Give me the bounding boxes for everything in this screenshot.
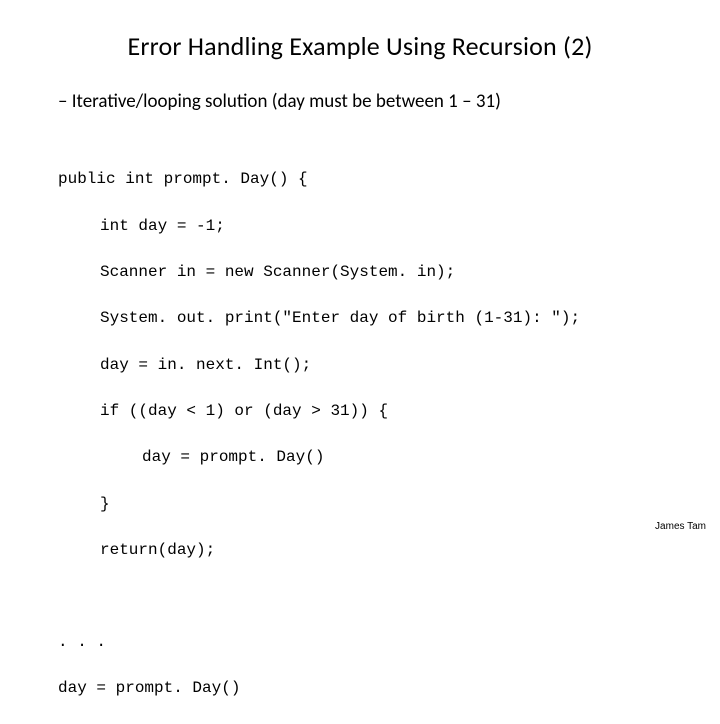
- footer-author: James Tam: [655, 521, 706, 532]
- code-line: day = prompt. Day(): [58, 446, 670, 469]
- code-line: int day = -1;: [58, 215, 670, 238]
- code-block: public int prompt. Day() { int day = -1;…: [58, 145, 670, 724]
- slide-subtitle: – Iterative/looping solution (day must b…: [58, 90, 670, 113]
- code-line: . . .: [58, 631, 670, 654]
- code-line: public int prompt. Day() {: [58, 168, 670, 191]
- code-line: System. out. print("Enter day of birth (…: [58, 307, 670, 330]
- code-line: }: [58, 493, 670, 516]
- code-line: return(day);: [58, 539, 670, 562]
- code-line: if ((day < 1) or (day > 31)) {: [58, 400, 670, 423]
- slide-title: Error Handling Example Using Recursion (…: [50, 30, 670, 62]
- code-line: Scanner in = new Scanner(System. in);: [58, 261, 670, 284]
- code-line: day = prompt. Day(): [58, 677, 670, 700]
- code-line: day = in. next. Int();: [58, 354, 670, 377]
